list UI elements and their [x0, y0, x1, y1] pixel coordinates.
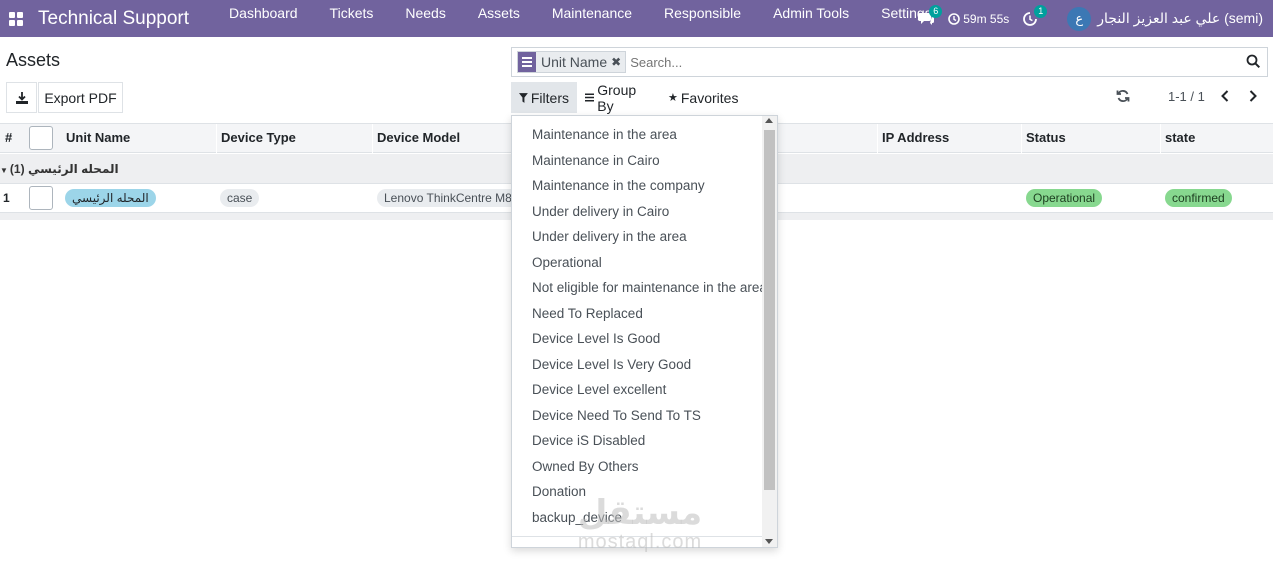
page-title[interactable]: Assets	[6, 50, 60, 71]
bars-icon	[585, 93, 595, 102]
refresh-icon[interactable]	[1116, 89, 1130, 103]
scrollbar-thumb[interactable]	[764, 130, 775, 490]
row-index: 1	[3, 191, 10, 205]
messages-badge: 6	[929, 4, 943, 18]
filters-label: Filters	[530, 89, 569, 106]
group-by-label: Group By	[597, 81, 637, 114]
caret-down-icon: ▼	[0, 166, 8, 175]
activity-tray[interactable]: 1	[1023, 4, 1048, 26]
filter-level-good[interactable]: Device Level Is Good	[532, 331, 660, 346]
filter-level-excellent[interactable]: Device Level excellent	[532, 382, 666, 397]
column-device-type[interactable]: Device Type	[216, 124, 296, 153]
filter-owned-by-others[interactable]: Owned By Others	[532, 459, 639, 474]
activity-badge: 1	[1034, 4, 1048, 18]
menu-assets[interactable]: Assets	[462, 0, 536, 37]
facet-remove-icon[interactable]: ✖	[611, 55, 625, 69]
clock-icon	[948, 12, 961, 25]
timer-tray[interactable]: 59m 55s	[948, 12, 1009, 26]
column-device-model[interactable]: Device Model	[372, 124, 460, 153]
messages-tray[interactable]: 6	[918, 4, 943, 26]
chevron-right-icon[interactable]	[1246, 89, 1260, 103]
search-input[interactable]	[630, 54, 1231, 70]
favorites-button[interactable]: ★ Favorites	[660, 82, 746, 113]
menu-maintenance[interactable]: Maintenance	[536, 0, 648, 37]
search-bar: Unit Name ✖	[511, 47, 1268, 77]
menu-needs[interactable]: Needs	[389, 0, 461, 37]
filter-disabled[interactable]: Device iS Disabled	[532, 433, 645, 448]
filter-icon	[519, 92, 528, 103]
search-icon[interactable]	[1246, 54, 1261, 69]
device-type-tag: case	[220, 189, 260, 207]
group-label: ▼ المحله الرئيسي (1)	[0, 162, 119, 176]
filter-maintenance-company[interactable]: Maintenance in the company	[532, 178, 705, 193]
download-icon	[15, 91, 28, 104]
device-model-tag: Lenovo ThinkCentre M80	[377, 189, 526, 207]
dropdown-divider	[512, 536, 762, 537]
search-facet-label: Unit Name	[541, 54, 608, 70]
menu-admin-tools[interactable]: Admin Tools	[757, 0, 865, 37]
row-checkbox[interactable]	[29, 186, 53, 210]
filters-button[interactable]: Filters	[511, 82, 577, 113]
apps-menu-icon[interactable]	[2, 0, 30, 37]
filter-operational[interactable]: Operational	[532, 255, 602, 270]
menu-tickets[interactable]: Tickets	[314, 0, 390, 37]
timer-text: 59m 55s	[963, 11, 1010, 26]
menu-dashboard[interactable]: Dashboard	[213, 0, 314, 37]
dropdown-scrollbar[interactable]	[762, 116, 777, 547]
group-by-icon	[518, 52, 536, 72]
chevron-left-icon[interactable]	[1218, 89, 1232, 103]
filters-dropdown: Maintenance in the area Maintenance in C…	[511, 115, 778, 548]
filter-under-delivery-area[interactable]: Under delivery in the area	[532, 229, 687, 244]
column-state[interactable]: state	[1160, 124, 1195, 153]
menu-responsible[interactable]: Responsible	[648, 0, 757, 37]
filter-not-eligible[interactable]: Not eligible for maintenance in the area	[532, 280, 767, 295]
filter-maintenance-area[interactable]: Maintenance in the area	[532, 127, 677, 142]
filter-maintenance-cairo[interactable]: Maintenance in Cairo	[532, 153, 660, 168]
filter-donation[interactable]: Donation	[532, 484, 586, 499]
unit-name-tag: المحله الرئيسي	[65, 189, 156, 207]
star-icon: ★	[668, 92, 678, 104]
search-facet: Unit Name ✖	[517, 51, 627, 73]
user-name[interactable]: علي عبد العزيز النجار (semi)	[1097, 10, 1263, 27]
filter-send-to-ts[interactable]: Device Need To Send To TS	[532, 408, 701, 423]
filter-under-delivery-cairo[interactable]: Under delivery in Cairo	[532, 204, 669, 219]
pager-value[interactable]: 1-1 / 1	[1168, 89, 1205, 104]
top-navbar: Technical Support Dashboard Tickets Need…	[0, 0, 1273, 37]
app-brand[interactable]: Technical Support	[38, 8, 189, 30]
export-pdf-button[interactable]: Export PDF	[38, 82, 123, 113]
filter-level-very-good[interactable]: Device Level Is Very Good	[532, 357, 691, 372]
favorites-label: Favorites	[680, 89, 739, 106]
state-badge: confirmed	[1165, 189, 1232, 207]
scroll-down-icon[interactable]	[765, 539, 773, 544]
column-unit-name[interactable]: Unit Name	[61, 124, 130, 153]
filter-need-replaced[interactable]: Need To Replaced	[532, 306, 643, 321]
column-index: #	[5, 130, 13, 145]
scroll-up-icon[interactable]	[765, 118, 773, 123]
column-status[interactable]: Status	[1021, 124, 1066, 153]
select-all-checkbox[interactable]	[29, 126, 53, 150]
download-button[interactable]	[6, 82, 37, 113]
systray: 6 59m 55s 1 ع علي عبد العزيز النجار (sem…	[918, 0, 1273, 37]
filter-backup-device[interactable]: backup_device	[532, 510, 622, 525]
main-menu: Dashboard Tickets Needs Assets Maintenan…	[213, 0, 948, 37]
group-by-button[interactable]: Group By	[577, 81, 660, 114]
column-ip-address[interactable]: IP Address	[877, 124, 949, 153]
status-badge: Operational	[1026, 189, 1103, 207]
avatar[interactable]: ع	[1067, 6, 1092, 31]
